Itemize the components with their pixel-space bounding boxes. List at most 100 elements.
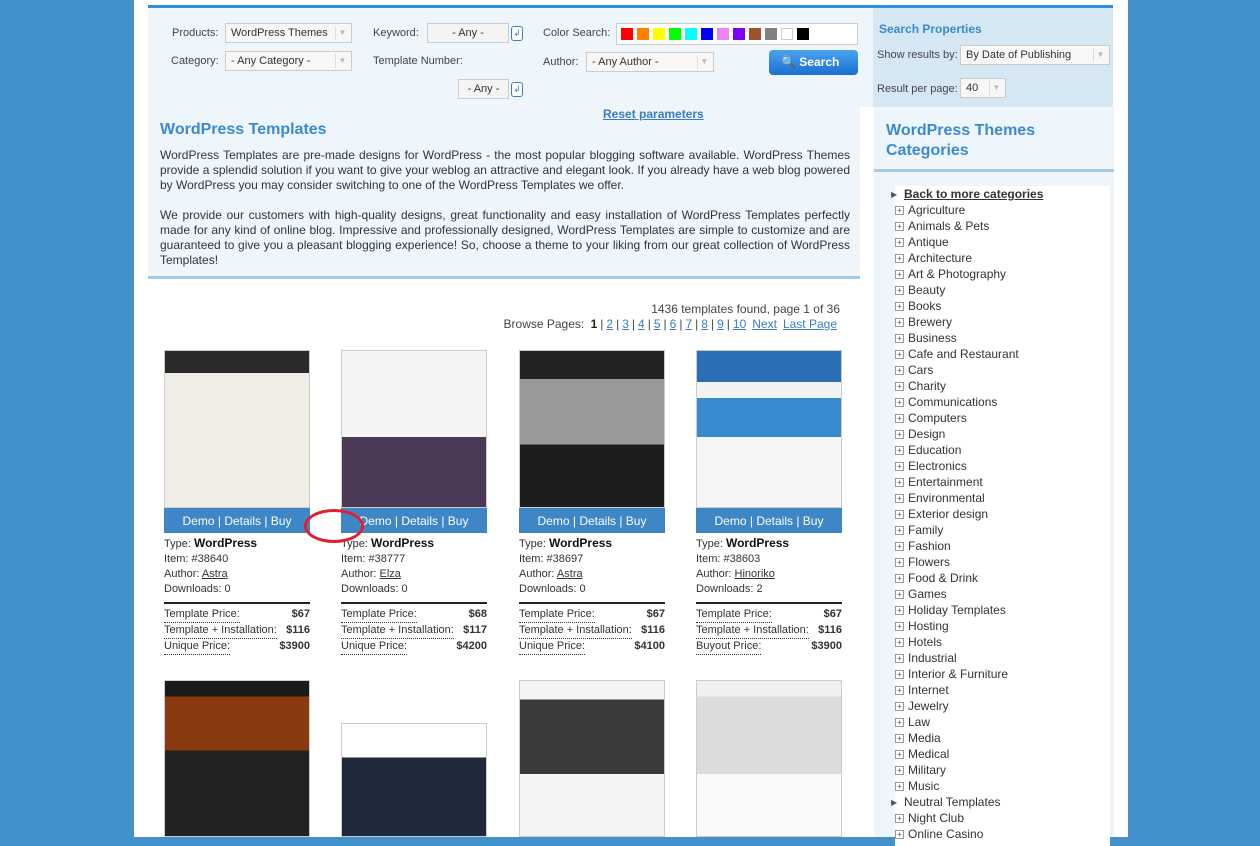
expand-plus-icon[interactable]: + xyxy=(895,461,904,471)
page-link[interactable]: 5 xyxy=(654,317,661,331)
expand-plus-icon[interactable]: + xyxy=(895,221,904,231)
price-label[interactable]: Template + Installation: xyxy=(164,623,277,639)
category-item[interactable]: + Music xyxy=(895,778,1110,794)
price-label[interactable]: Template Price: xyxy=(341,607,417,623)
expand-plus-icon[interactable]: + xyxy=(895,685,904,695)
page-link[interactable]: 8 xyxy=(701,317,708,331)
expand-plus-icon[interactable]: + xyxy=(895,701,904,711)
template-thumbnail[interactable] xyxy=(696,350,842,508)
color-swatch[interactable] xyxy=(717,28,729,40)
price-label[interactable]: Template + Installation: xyxy=(519,623,632,639)
products-select[interactable]: WordPress Themes ▼ xyxy=(225,23,352,43)
category-item[interactable]: + Cars xyxy=(895,362,1110,378)
keyword-input[interactable]: - Any - xyxy=(427,23,509,43)
expand-plus-icon[interactable]: + xyxy=(895,269,904,279)
expand-plus-icon[interactable]: + xyxy=(895,317,904,327)
expand-plus-icon[interactable]: + xyxy=(895,477,904,487)
template-thumbnail[interactable] xyxy=(519,680,665,837)
category-item[interactable]: + Fashion xyxy=(895,538,1110,554)
color-swatch[interactable] xyxy=(637,28,649,40)
color-swatch[interactable] xyxy=(653,28,665,40)
keyword-go-icon[interactable]: ↲ xyxy=(511,26,523,41)
price-label[interactable]: Template Price: xyxy=(696,607,772,623)
author-select[interactable]: - Any Author - ▼ xyxy=(586,52,714,72)
expand-plus-icon[interactable]: + xyxy=(895,765,904,775)
reset-parameters-link[interactable]: Reset parameters xyxy=(603,107,704,121)
last-page-link[interactable]: Last Page xyxy=(783,317,837,331)
category-item[interactable]: + Law xyxy=(895,714,1110,730)
author-link[interactable]: Astra xyxy=(202,568,228,580)
category-item[interactable]: + Flowers xyxy=(895,554,1110,570)
template-thumbnail[interactable] xyxy=(341,723,487,837)
details-link[interactable]: Details xyxy=(224,514,261,528)
expand-plus-icon[interactable]: + xyxy=(895,381,904,391)
author-link[interactable]: Hinoriko xyxy=(735,568,775,580)
expand-plus-icon[interactable]: + xyxy=(895,253,904,263)
expand-plus-icon[interactable]: + xyxy=(895,733,904,743)
category-item[interactable]: + Military xyxy=(895,762,1110,778)
show-results-select[interactable]: By Date of Publishing ▼ xyxy=(960,45,1110,65)
price-label[interactable]: Buyout Price: xyxy=(696,639,762,655)
category-item[interactable]: + Business xyxy=(895,330,1110,346)
expand-plus-icon[interactable]: + xyxy=(895,205,904,215)
template-number-input[interactable]: - Any - xyxy=(458,79,509,99)
per-page-select[interactable]: 40 ▼ xyxy=(960,78,1006,98)
expand-plus-icon[interactable]: + xyxy=(895,429,904,439)
template-number-go-icon[interactable]: ↲ xyxy=(511,82,523,97)
details-link[interactable]: Details xyxy=(579,514,616,528)
category-item[interactable]: + Art & Photography xyxy=(895,266,1110,282)
expand-plus-icon[interactable]: + xyxy=(895,781,904,791)
template-thumbnail[interactable] xyxy=(164,350,310,508)
price-label[interactable]: Template Price: xyxy=(519,607,595,623)
category-item[interactable]: + Family xyxy=(895,522,1110,538)
expand-plus-icon[interactable]: + xyxy=(895,637,904,647)
category-item[interactable]: + Entertainment xyxy=(895,474,1110,490)
category-item[interactable]: + Medical xyxy=(895,746,1110,762)
color-swatch[interactable] xyxy=(733,28,745,40)
buy-link[interactable]: Buy xyxy=(803,514,824,528)
expand-plus-icon[interactable]: + xyxy=(895,621,904,631)
price-label[interactable]: Template + Installation: xyxy=(696,623,809,639)
buy-link[interactable]: Buy xyxy=(271,514,292,528)
category-item[interactable]: + Games xyxy=(895,586,1110,602)
search-button[interactable]: 🔍 Search xyxy=(769,50,858,75)
expand-plus-icon[interactable]: + xyxy=(895,493,904,503)
expand-plus-icon[interactable]: + xyxy=(895,573,904,583)
price-label[interactable]: Unique Price: xyxy=(519,639,586,655)
category-item[interactable]: + Computers xyxy=(895,410,1110,426)
category-item[interactable]: + Antique xyxy=(895,234,1110,250)
expand-plus-icon[interactable]: + xyxy=(895,445,904,455)
category-item[interactable]: + Design xyxy=(895,426,1110,442)
category-item[interactable]: + Online Casino xyxy=(895,826,1110,842)
color-swatch[interactable] xyxy=(701,28,713,40)
page-link[interactable]: 2 xyxy=(606,317,613,331)
category-item[interactable]: + Electronics xyxy=(895,458,1110,474)
color-swatch[interactable] xyxy=(781,28,793,40)
category-item[interactable]: + Night Club xyxy=(895,810,1110,826)
expand-plus-icon[interactable]: + xyxy=(895,349,904,359)
category-item[interactable]: + Hosting xyxy=(895,618,1110,634)
next-page-link[interactable]: Next xyxy=(752,317,777,331)
category-select[interactable]: - Any Category - ▼ xyxy=(225,51,352,71)
category-item[interactable]: + Media xyxy=(895,730,1110,746)
expand-plus-icon[interactable]: + xyxy=(895,285,904,295)
expand-plus-icon[interactable]: + xyxy=(895,589,904,599)
price-label[interactable]: Template Price: xyxy=(164,607,240,623)
color-swatch[interactable] xyxy=(797,28,809,40)
category-item[interactable]: + Interior & Furniture xyxy=(895,666,1110,682)
page-link[interactable]: 3 xyxy=(622,317,629,331)
page-link[interactable]: 6 xyxy=(670,317,677,331)
category-item[interactable]: + Jewelry xyxy=(895,698,1110,714)
category-item[interactable]: + Agriculture xyxy=(895,202,1110,218)
color-swatch[interactable] xyxy=(749,28,761,40)
author-link[interactable]: Elza xyxy=(380,568,401,580)
price-label[interactable]: Unique Price: xyxy=(341,639,408,655)
buy-link[interactable]: Buy xyxy=(626,514,647,528)
color-swatch[interactable] xyxy=(621,28,633,40)
details-link[interactable]: Details xyxy=(401,514,438,528)
template-thumbnail[interactable] xyxy=(519,350,665,508)
category-item[interactable]: + Holiday Templates xyxy=(895,602,1110,618)
category-item[interactable]: + Communications xyxy=(895,394,1110,410)
page-link[interactable]: 10 xyxy=(733,317,746,331)
category-item[interactable]: + Beauty xyxy=(895,282,1110,298)
